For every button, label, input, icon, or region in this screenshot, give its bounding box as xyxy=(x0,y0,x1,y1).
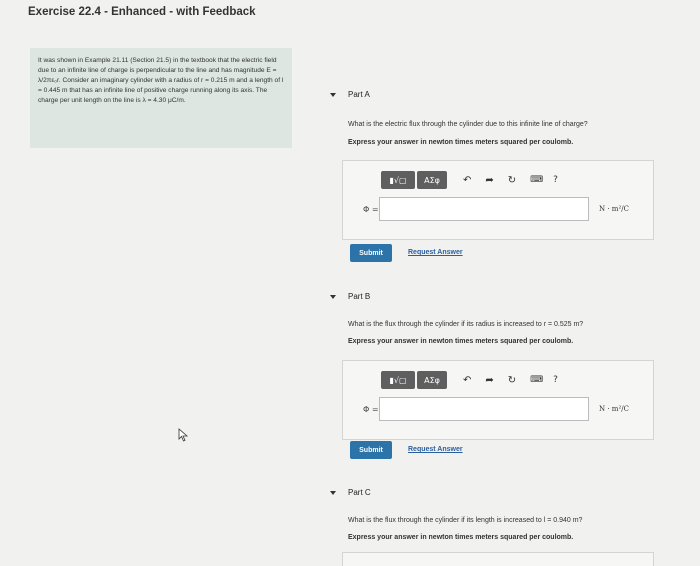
redo-icon[interactable]: ➦ xyxy=(485,375,493,386)
part-b-answer-input[interactable] xyxy=(379,397,589,421)
part-c-answer-box xyxy=(342,552,654,566)
part-b-symbol: Φ = xyxy=(363,405,379,414)
greek-symbols-button[interactable]: ΑΣφ xyxy=(417,371,447,389)
templates-button[interactable]: ▮√▢ xyxy=(381,171,415,189)
part-b-submit-button[interactable]: Submit xyxy=(350,441,392,459)
greek-symbols-button[interactable]: ΑΣφ xyxy=(417,171,447,189)
part-b-label: Part B xyxy=(348,292,371,301)
part-a-label: Part A xyxy=(348,90,370,99)
mouse-cursor-icon xyxy=(178,428,189,442)
problem-context: It was shown in Example 21.11 (Section 2… xyxy=(30,48,292,148)
part-b-instruction: Express your answer in newton times mete… xyxy=(348,338,574,345)
part-b-question: What is the flux through the cylinder if… xyxy=(348,321,584,328)
part-a-instruction: Express your answer in newton times mete… xyxy=(348,139,574,146)
part-a-symbol: Φ = xyxy=(363,205,379,214)
part-a-submit-button[interactable]: Submit xyxy=(350,244,392,262)
part-a-request-answer-link[interactable]: Request Answer xyxy=(408,249,463,256)
undo-icon[interactable]: ↶ xyxy=(463,375,471,386)
keyboard-icon[interactable]: ⌨ xyxy=(530,175,543,185)
templates-button[interactable]: ▮√▢ xyxy=(381,371,415,389)
reset-icon[interactable]: ↻ xyxy=(508,375,516,386)
caret-down-icon xyxy=(330,92,336,97)
part-a-answer-box: ▮√▢ ΑΣφ ↶ ➦ ↻ ⌨ ? Φ = N · m²/C xyxy=(342,160,654,240)
part-c-question: What is the flux through the cylinder if… xyxy=(348,517,583,524)
part-b-request-answer-link[interactable]: Request Answer xyxy=(408,446,463,453)
caret-down-icon xyxy=(330,490,336,495)
part-c-header[interactable]: Part C xyxy=(330,488,371,497)
part-c-label: Part C xyxy=(348,488,371,497)
help-button[interactable]: ? xyxy=(553,375,558,385)
part-b-header[interactable]: Part B xyxy=(330,292,370,301)
part-a-answer-input[interactable] xyxy=(379,197,589,221)
keyboard-icon[interactable]: ⌨ xyxy=(530,375,543,385)
page-title: Exercise 22.4 - Enhanced - with Feedback xyxy=(28,6,256,18)
redo-icon[interactable]: ➦ xyxy=(485,175,493,186)
part-b-toolbar: ▮√▢ ΑΣφ ↶ ➦ ↻ ⌨ ? xyxy=(381,371,558,389)
undo-icon[interactable]: ↶ xyxy=(463,175,471,186)
part-a-toolbar: ▮√▢ ΑΣφ ↶ ➦ ↻ ⌨ ? xyxy=(381,171,558,189)
part-c-instruction: Express your answer in newton times mete… xyxy=(348,534,574,541)
part-a-question: What is the electric flux through the cy… xyxy=(348,121,588,128)
caret-down-icon xyxy=(330,294,336,299)
part-a-units: N · m²/C xyxy=(599,205,629,213)
help-button[interactable]: ? xyxy=(553,175,558,185)
reset-icon[interactable]: ↻ xyxy=(508,175,516,186)
part-a-header[interactable]: Part A xyxy=(330,90,370,99)
part-b-units: N · m²/C xyxy=(599,405,629,413)
part-b-answer-box: ▮√▢ ΑΣφ ↶ ➦ ↻ ⌨ ? Φ = N · m²/C xyxy=(342,360,654,440)
